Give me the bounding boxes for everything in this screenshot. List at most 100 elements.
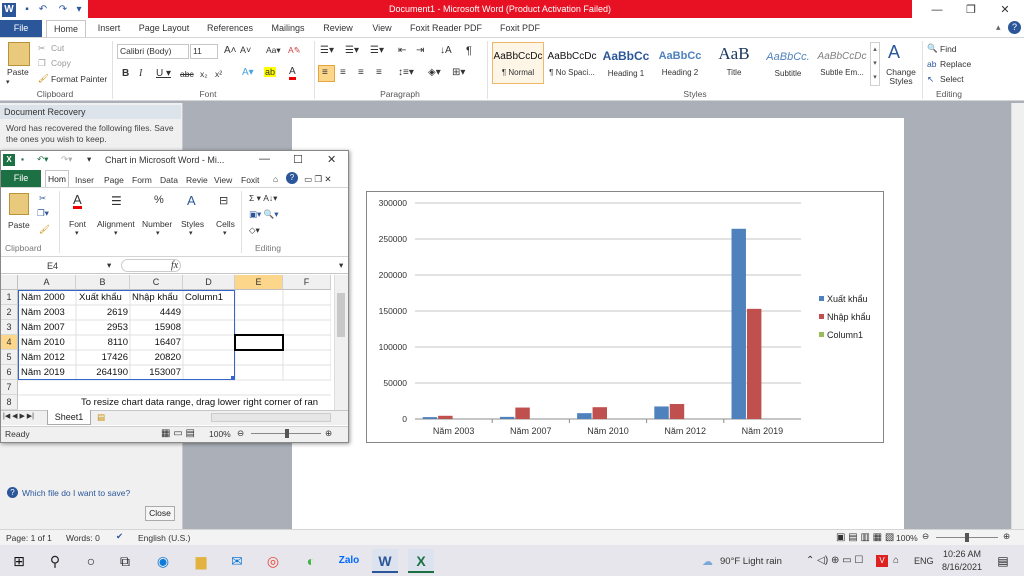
find-button[interactable]: Find [940,44,957,54]
align-right-icon[interactable]: ≡ [358,67,364,78]
cell-c4[interactable]: 16407 [130,335,183,350]
excel-paste-icon[interactable] [9,193,29,215]
excel-copy-icon[interactable]: ❐▾ [37,208,49,219]
excel-styles-button[interactable]: Styles [181,219,204,229]
excel-alignment-dropdown-icon[interactable]: ▾ [114,229,118,237]
font-color-icon[interactable]: A [289,66,296,80]
borders-icon[interactable]: ⊞▾ [452,67,465,78]
excel-styles-dropdown-icon[interactable]: ▾ [189,229,193,237]
weather-icon[interactable]: ☁ [702,555,713,568]
excel-tab-file[interactable]: File [1,170,41,187]
tab-mailings[interactable]: Mailings [264,20,312,37]
sheet-tab[interactable]: Sheet1 [47,410,91,425]
zoom-out-icon[interactable]: ⊖ [922,531,929,542]
help-icon[interactable]: ? [1008,21,1021,34]
excel-font-icon[interactable]: A [73,193,82,209]
excel-tab-foxit[interactable]: Foxit [241,175,259,185]
shrink-font-icon[interactable]: A˅ [240,45,251,55]
excel-name-box[interactable]: E4 [21,261,101,271]
clear-formatting-icon[interactable]: A✎ [288,45,301,56]
cell-c1[interactable]: Nhập khẩu [130,290,183,305]
bullets-icon[interactable]: ☰▾ [320,45,334,56]
excel-tab-page[interactable]: Page [104,175,124,185]
excel-tab-data[interactable]: Data [160,175,178,185]
help-icon[interactable]: ? [7,487,18,498]
grow-font-icon[interactable]: A˄ [224,45,237,56]
italic-icon[interactable]: I [139,68,142,79]
tab-page-layout[interactable]: Page Layout [132,20,196,37]
excel-ribbon-min-icon[interactable]: ▭ ❐ ✕ [304,174,332,185]
cell-b3[interactable]: 2953 [77,320,130,335]
zalo-icon[interactable]: Zalo [336,549,362,573]
shading-icon[interactable]: ◈▾ [428,67,441,78]
cell-d1[interactable]: Column1 [183,290,235,305]
excel-tab-insert[interactable]: Inser [75,175,94,185]
excel-save-icon[interactable]: ▪ [21,154,24,164]
cell-b1[interactable]: Xuất khẩu [77,290,130,305]
cell-a4[interactable]: Năm 2010 [19,335,76,350]
excel-customize-icon[interactable]: ▾ [87,154,91,165]
excel-alignment-icon[interactable]: ☰ [111,194,122,208]
excel-tab-home[interactable]: Hom [45,170,69,187]
style-subtitle[interactable]: AaBbCc. Subtitle [762,42,814,84]
excel-cells-dropdown-icon[interactable]: ▾ [223,229,227,237]
customize-toolbar-icon[interactable]: ▾ [72,3,86,17]
tab-home[interactable]: Home [46,20,86,37]
excel-zoom-thumb[interactable] [285,429,289,438]
cell-c5[interactable]: 20820 [130,350,183,365]
tab-insert[interactable]: Insert [90,20,128,37]
excel-horizontal-scrollbar[interactable] [211,413,331,422]
cell-a5[interactable]: Năm 2012 [19,350,76,365]
proofing-icon[interactable]: ✔ [116,531,123,542]
edge-icon[interactable]: ◉ [150,549,176,573]
cell-a3[interactable]: Năm 2007 [19,320,76,335]
highlight-color-icon[interactable]: ab [264,67,277,77]
zoom-in-icon[interactable]: ⊕ [1003,531,1010,542]
excel-zoom-level[interactable]: 100% [209,429,231,439]
multilevel-list-icon[interactable]: ☰▾ [370,45,384,56]
line-spacing-icon[interactable]: ↕≡▾ [398,67,414,78]
row-header[interactable]: 3 [1,320,18,335]
excel-tab-formulas[interactable]: Form [132,175,152,185]
format-painter-icon[interactable]: 🖌 [38,73,49,84]
select-all-corner[interactable] [1,275,18,290]
excel-zoom-in-icon[interactable]: ⊕ [325,428,332,439]
cut-button[interactable]: Cut [51,43,64,53]
row-header[interactable]: 2 [1,305,18,320]
excel-expand-formula-icon[interactable]: ▾ [339,260,343,271]
cell-a2[interactable]: Năm 2003 [19,305,76,320]
row-header[interactable]: 8 [1,395,18,410]
excel-tab-view[interactable]: View [214,175,232,185]
view-buttons[interactable]: ▣ ▤ ▥ ▦ ▧ [836,532,894,543]
excel-number-button[interactable]: Number [142,219,172,229]
restore-button[interactable]: ❐ [954,0,988,20]
undo-icon[interactable]: ↶ [36,3,50,17]
word-count[interactable]: Words: 0 [66,533,100,543]
excel-cells-icon[interactable]: ⊟ [219,194,228,207]
excel-redo-icon[interactable]: ↷▾ [61,154,72,165]
clock-date[interactable]: 8/16/2021 [942,562,982,572]
decrease-indent-icon[interactable]: ⇤ [398,45,406,56]
excel-number-dropdown-icon[interactable]: ▾ [156,229,160,237]
excel-name-box-dropdown-icon[interactable]: ▾ [107,260,111,271]
cell-b2[interactable]: 2619 [77,305,130,320]
zoom-level[interactable]: 100% [896,533,918,543]
sort-icon[interactable]: ↓A [440,45,452,56]
styles-scroll-icon[interactable]: ▴ ▾ ▾ [870,42,880,86]
show-formatting-icon[interactable]: ¶ [466,45,472,57]
replace-button[interactable]: Replace [940,59,971,69]
recovery-close-button[interactable]: Close [145,506,175,521]
select-button[interactable]: Select [940,74,964,84]
vertical-scrollbar[interactable] [1011,103,1024,529]
excel-font-button[interactable]: Font [69,219,86,229]
chrome-icon[interactable]: ◎ [260,549,286,573]
excel-alignment-button[interactable]: Alignment [97,219,135,229]
row-header[interactable]: 6 [1,365,18,380]
sheet-nav-icon[interactable]: |◀ ◀ ▶ ▶| [3,412,34,420]
superscript-icon[interactable]: x² [215,69,222,79]
tab-file[interactable]: File [0,20,42,37]
cut-icon[interactable]: ✂ [38,43,45,54]
bold-icon[interactable]: B [122,68,129,79]
save-icon[interactable]: ▪ [20,3,34,17]
change-case-icon[interactable]: Aa▾ [266,45,281,56]
